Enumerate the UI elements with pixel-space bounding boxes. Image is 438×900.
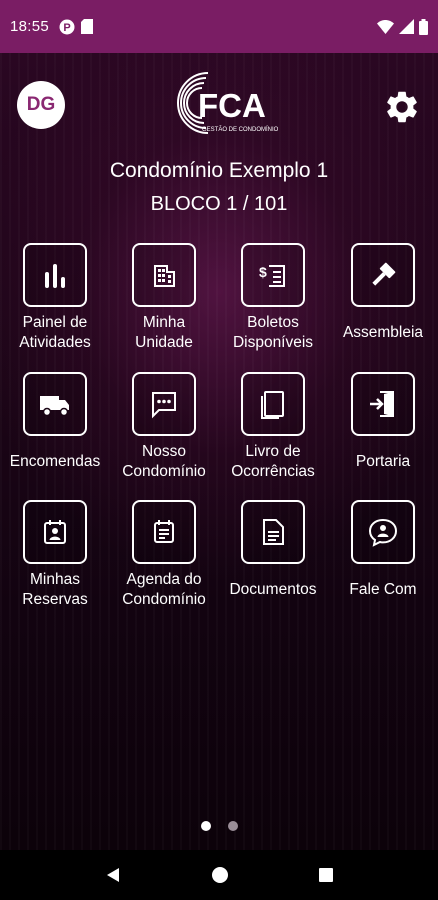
tile-label: Nosso Condomínio	[122, 443, 206, 480]
navigation-bar	[0, 850, 438, 900]
tile-label: Minha Unidade	[135, 314, 193, 351]
svg-text:$: $	[259, 264, 267, 280]
chat-icon	[152, 392, 176, 419]
invoice-icon: $	[259, 264, 285, 287]
tile-label: Agenda do Condomínio	[122, 571, 206, 608]
calendar-person-icon	[44, 520, 66, 544]
tile-icon-box	[241, 372, 305, 436]
status-left-icons: P	[59, 19, 94, 35]
status-bar: 18:55 P	[0, 0, 438, 53]
gear-icon	[387, 91, 417, 123]
page-indicator	[0, 821, 438, 831]
fca-logo: FCA GESTÃO DE CONDOMÍNIO	[168, 67, 284, 139]
truck-icon	[40, 396, 69, 417]
tile-label: Assembleia	[342, 324, 424, 341]
page-dot[interactable]	[227, 821, 238, 831]
tile-icon-box	[351, 243, 415, 307]
tile-icon-box	[23, 500, 87, 564]
unit-label: BLOCO 1 / 101	[150, 193, 288, 215]
building-icon	[154, 265, 175, 287]
tile-label: Minhas Reservas	[22, 571, 88, 608]
support-chat-icon	[368, 518, 398, 547]
home-screen: DG FCA GESTÃO DE CONDOMÍNIO Condomínio E…	[0, 53, 438, 850]
tile-label: Painel de Atividades	[19, 314, 91, 351]
avatar[interactable]: DG	[17, 81, 65, 129]
battery-icon	[419, 18, 428, 35]
tile-icon-box	[132, 243, 196, 307]
tile-icon-box	[23, 372, 87, 436]
page-dot-active[interactable]	[200, 821, 211, 831]
calendar-icon	[154, 520, 174, 543]
tile-label: Boletos Disponíveis	[232, 314, 314, 351]
back-icon[interactable]	[104, 866, 122, 884]
sim-card-icon	[81, 19, 94, 34]
tile-icon-box	[23, 243, 87, 307]
settings-button[interactable]	[380, 85, 424, 129]
bar-chart-icon	[45, 264, 65, 288]
tile-icon-box	[132, 500, 196, 564]
status-time: 18:55	[10, 18, 50, 35]
recents-icon[interactable]	[318, 867, 334, 883]
book-icon	[261, 391, 284, 419]
tile-icon-box	[241, 500, 305, 564]
svg-text:P: P	[63, 22, 70, 34]
avatar-initials: DG	[26, 94, 56, 115]
signal-icon	[399, 19, 414, 34]
tile-label: Fale Com	[349, 581, 417, 598]
tile-label: Encomendas	[9, 453, 101, 470]
logo-subtitle: GESTÃO DE CONDOMÍNIO	[202, 126, 279, 133]
tile-icon-box	[351, 372, 415, 436]
tile-icon-box: $	[241, 243, 305, 307]
wifi-icon	[377, 19, 394, 34]
tile-label: Livro de Ocorrências	[231, 443, 315, 480]
home-icon[interactable]	[211, 866, 229, 884]
document-icon	[263, 519, 284, 545]
tile-label: Portaria	[355, 453, 411, 470]
condo-name: Condomínio Exemplo 1	[109, 159, 329, 182]
logo-text: FCA	[198, 87, 266, 124]
door-enter-icon	[370, 391, 394, 417]
tile-label: Documentos	[229, 581, 317, 598]
status-right-icons	[377, 18, 428, 35]
tile-icon-box	[132, 372, 196, 436]
gavel-icon	[372, 262, 396, 286]
tile-icon-box	[351, 500, 415, 564]
pinterest-like-icon: P	[59, 19, 75, 34]
